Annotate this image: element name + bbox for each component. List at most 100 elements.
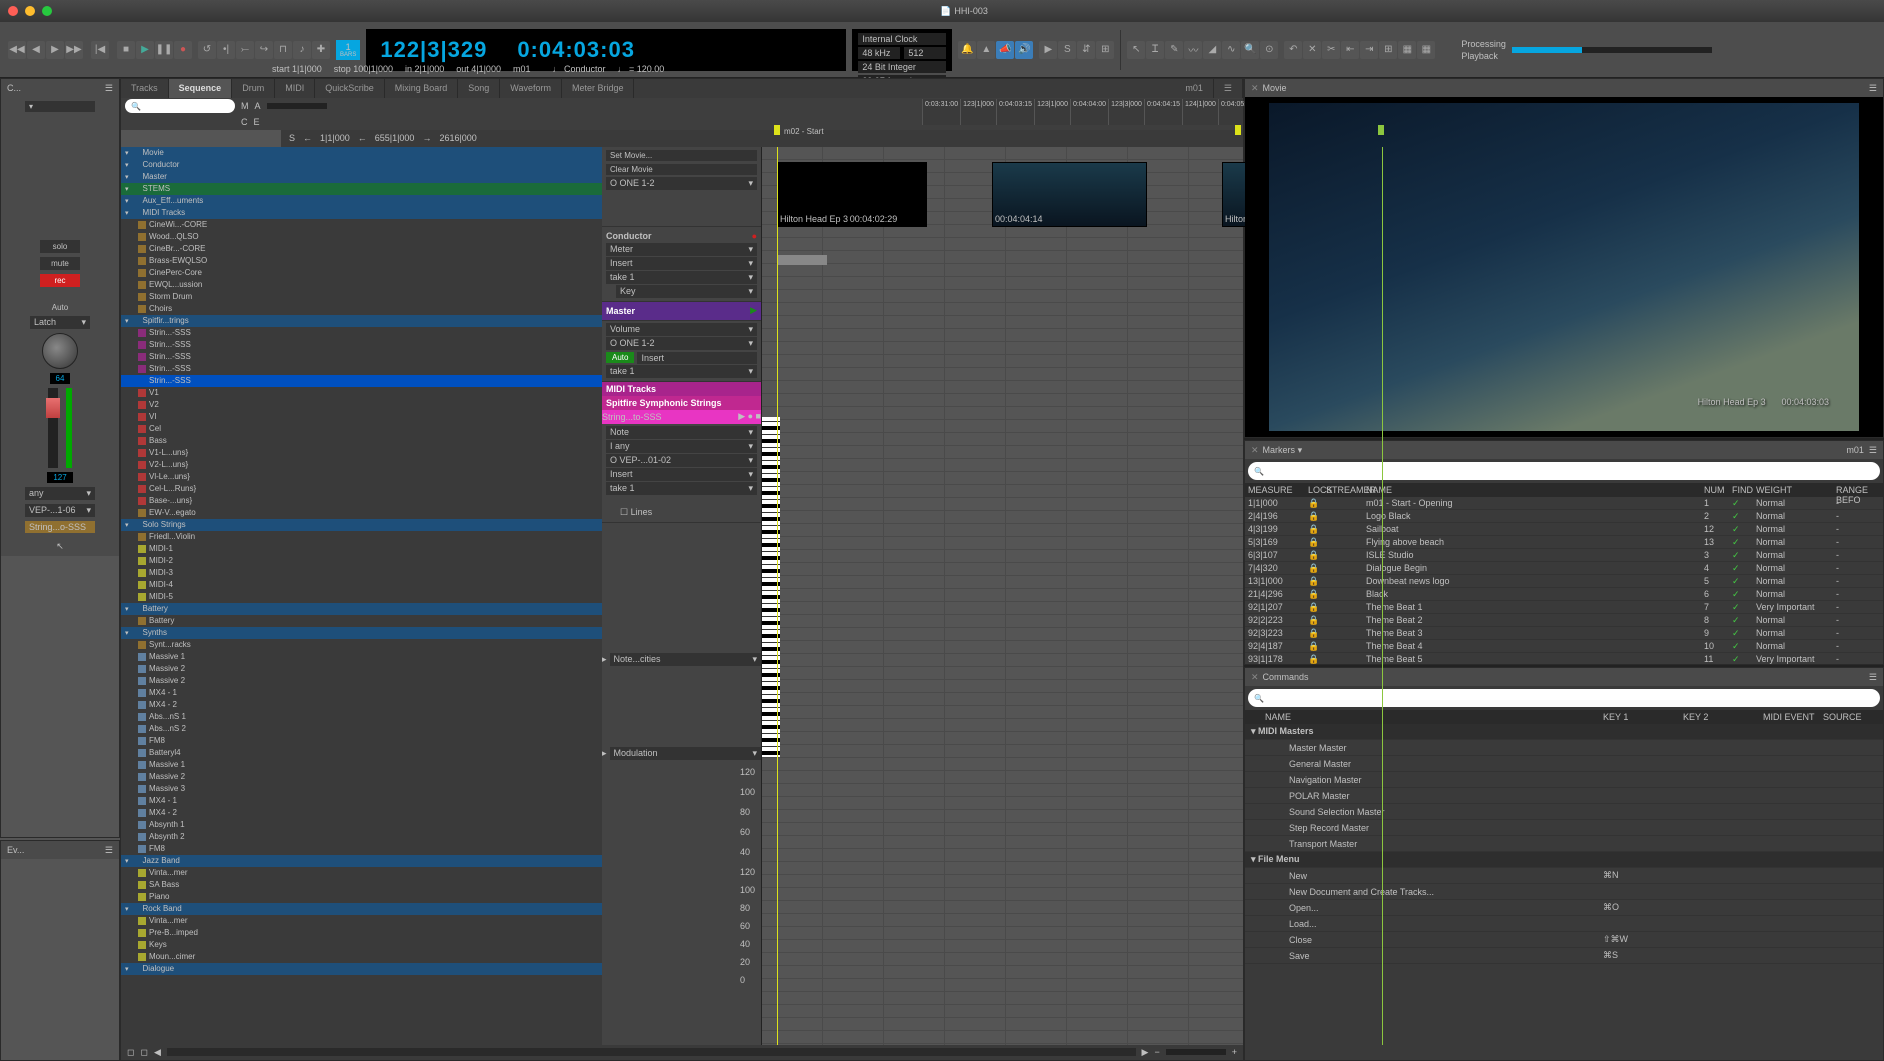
snap-button[interactable]: ⊞ <box>1379 41 1397 59</box>
marker-chunk[interactable]: m01 <box>513 64 531 74</box>
track-tree-item[interactable]: EWQL...ussion <box>121 279 602 291</box>
marker-row[interactable]: 92|1|207🔒Theme Beat 17✓Very Important- <box>1245 601 1883 614</box>
solo-tool-icon[interactable]: S <box>1058 41 1076 59</box>
marker-row[interactable]: 92|4|187🔒Theme Beat 410✓Normal- <box>1245 640 1883 653</box>
track-filter-input[interactable] <box>125 99 235 113</box>
rec-enable-button[interactable]: rec <box>40 274 80 287</box>
command-item[interactable]: General Master <box>1245 756 1883 772</box>
close-icon[interactable]: ✕ <box>1251 445 1259 455</box>
track-tree-item[interactable]: Massive 1 <box>121 651 602 663</box>
command-item[interactable]: Transport Master <box>1245 836 1883 852</box>
track-tree-item[interactable]: Brass-EWQLSO <box>121 255 602 267</box>
curve-tool-icon[interactable]: 〰 <box>1184 41 1202 59</box>
clock-source[interactable]: Internal Clock <box>858 33 946 45</box>
track-tree-item[interactable]: ▾Spitfir...trings <box>121 315 602 327</box>
track-tree-item[interactable]: ▾Rock Band <box>121 903 602 915</box>
track-tree-item[interactable]: MX4 - 2 <box>121 699 602 711</box>
menu-icon[interactable]: ☰ <box>105 845 113 856</box>
close-icon[interactable]: ✕ <box>1251 672 1259 682</box>
tab-tracks[interactable]: Tracks <box>121 79 169 98</box>
track-name-field[interactable]: String...o-SSS <box>25 521 95 533</box>
track-tree-item[interactable]: V2 <box>121 399 602 411</box>
command-group[interactable]: ▾ File Menu <box>1245 852 1883 868</box>
markers-column-header[interactable]: LOCK <box>1305 485 1323 495</box>
track-tree-item[interactable]: Absynth 2 <box>121 831 602 843</box>
track-tree-item[interactable]: Vinta...mer <box>121 915 602 927</box>
cycle-button[interactable]: ↺ <box>198 41 216 59</box>
command-item[interactable]: Step Record Master <box>1245 820 1883 836</box>
countoff-button[interactable]: ✚ <box>312 41 330 59</box>
movie-clip-2[interactable]: 00:04:04:14 <box>992 162 1147 227</box>
buffer-size[interactable]: 512 <box>904 47 946 59</box>
track-tree-item[interactable]: Piano <box>121 891 602 903</box>
track-tree-item[interactable]: SA Bass <box>121 879 602 891</box>
output-menu[interactable]: VEP-...1-06▾ <box>25 504 95 517</box>
track-tree-item[interactable]: Wood...QLSO <box>121 231 602 243</box>
m-button[interactable]: M <box>241 101 249 111</box>
track-tree-item[interactable]: ▾Solo Strings <box>121 519 602 531</box>
sss-note[interactable]: Note▾ <box>606 426 757 439</box>
marker-row[interactable]: 6|3|107🔒ISLE Studio3✓Normal- <box>1245 549 1883 562</box>
time-ruler[interactable]: 0:03:31:00123|1|0000:04:03:15123|1|0000:… <box>922 99 1243 125</box>
pause-button[interactable]: ❚❚ <box>155 41 173 59</box>
seq-end[interactable]: 2616|000 <box>439 133 476 143</box>
volume-fader[interactable] <box>48 388 58 468</box>
track-tree-item[interactable]: Battery <box>121 615 602 627</box>
menu-icon[interactable]: ☰ <box>1869 83 1877 94</box>
s-button[interactable]: S <box>289 133 295 143</box>
stop-value[interactable]: 100|1|000 <box>353 64 393 74</box>
marker-flag-start[interactable] <box>774 125 780 135</box>
master-insert[interactable]: Insert <box>637 352 757 364</box>
tab-drum[interactable]: Drum <box>232 79 275 98</box>
markers-column-header[interactable]: MEASURE <box>1245 485 1305 495</box>
zoom-window-button[interactable] <box>42 6 52 16</box>
command-item[interactable]: Close⇧⌘W <box>1245 932 1883 948</box>
track-tree-item[interactable]: Base-...uns} <box>121 495 602 507</box>
record-button[interactable]: ● <box>174 41 192 59</box>
overdub-button[interactable]: ↪ <box>255 41 273 59</box>
command-item[interactable]: Open...⌘O <box>1245 900 1883 916</box>
commands-column-header[interactable]: KEY 2 <box>1683 712 1763 722</box>
marker-label-start[interactable]: m02 - Start <box>784 127 824 136</box>
chunk-selector[interactable]: m01 <box>1175 79 1214 98</box>
command-item[interactable]: Save⌘S <box>1245 948 1883 964</box>
commands-search-input[interactable] <box>1248 689 1880 707</box>
conductor-insert[interactable]: Insert▾ <box>606 257 757 270</box>
track-tree-item[interactable]: MX4 - 1 <box>121 795 602 807</box>
track-tree-item[interactable]: CineBr...-CORE <box>121 243 602 255</box>
marker-row[interactable]: 92|3|223🔒Theme Beat 39✓Normal- <box>1245 627 1883 640</box>
bit-depth[interactable]: 24 Bit Integer <box>858 61 946 73</box>
menu-icon[interactable]: ☰ <box>105 83 113 94</box>
marker-row[interactable]: 13|1|000🔒Downbeat news logo5✓Normal- <box>1245 575 1883 588</box>
track-tree-item[interactable]: MX4 - 1 <box>121 687 602 699</box>
grid-button[interactable]: ▦ <box>1398 41 1416 59</box>
meter-menu[interactable]: Meter▾ <box>606 243 757 256</box>
cut-button[interactable]: ✂ <box>1322 41 1340 59</box>
track-tree-item[interactable]: Vl-Le...uns} <box>121 471 602 483</box>
secondary-playhead[interactable] <box>1382 147 1383 1045</box>
e-button[interactable]: E <box>254 117 260 127</box>
track-tree-item[interactable]: Abs...nS 1 <box>121 711 602 723</box>
mute-button[interactable]: mute <box>40 257 80 270</box>
marker-row[interactable]: 4|3|199🔒Sailboat12✓Normal- <box>1245 523 1883 536</box>
track-tree-item[interactable]: FM8 <box>121 843 602 855</box>
track-tree-item[interactable]: CineWi...-CORE <box>121 219 602 231</box>
movie-viewer[interactable]: Hilton Head Ep 3 00:04:03:03 <box>1245 97 1883 437</box>
sss-take[interactable]: take 1▾ <box>606 482 757 495</box>
track-tree-item[interactable]: Massive 3 <box>121 783 602 795</box>
master-volume[interactable]: Volume▾ <box>606 323 757 336</box>
command-item[interactable]: Sound Selection Master <box>1245 804 1883 820</box>
set-movie-button[interactable]: Set Movie... <box>606 150 757 161</box>
track-tree-item[interactable]: Storm Drum <box>121 291 602 303</box>
command-item[interactable]: POLAR Master <box>1245 788 1883 804</box>
metronome-icon[interactable]: ▲ <box>977 41 995 59</box>
zoom-slider[interactable] <box>1166 1049 1226 1055</box>
marker-flag-yacht[interactable] <box>1378 125 1384 135</box>
playhead[interactable] <box>777 147 778 1045</box>
markers-column-header[interactable]: WEIGHT <box>1753 485 1833 495</box>
solo-button[interactable]: solo <box>40 240 80 253</box>
sss-track-header[interactable]: String...to-SSS▶ ● ■ <box>602 410 761 424</box>
marker-row[interactable]: 92|2|223🔒Theme Beat 28✓Normal- <box>1245 614 1883 627</box>
hscroll-right[interactable]: ▶ <box>1142 1047 1149 1058</box>
track-tree-item[interactable]: Bass <box>121 435 602 447</box>
